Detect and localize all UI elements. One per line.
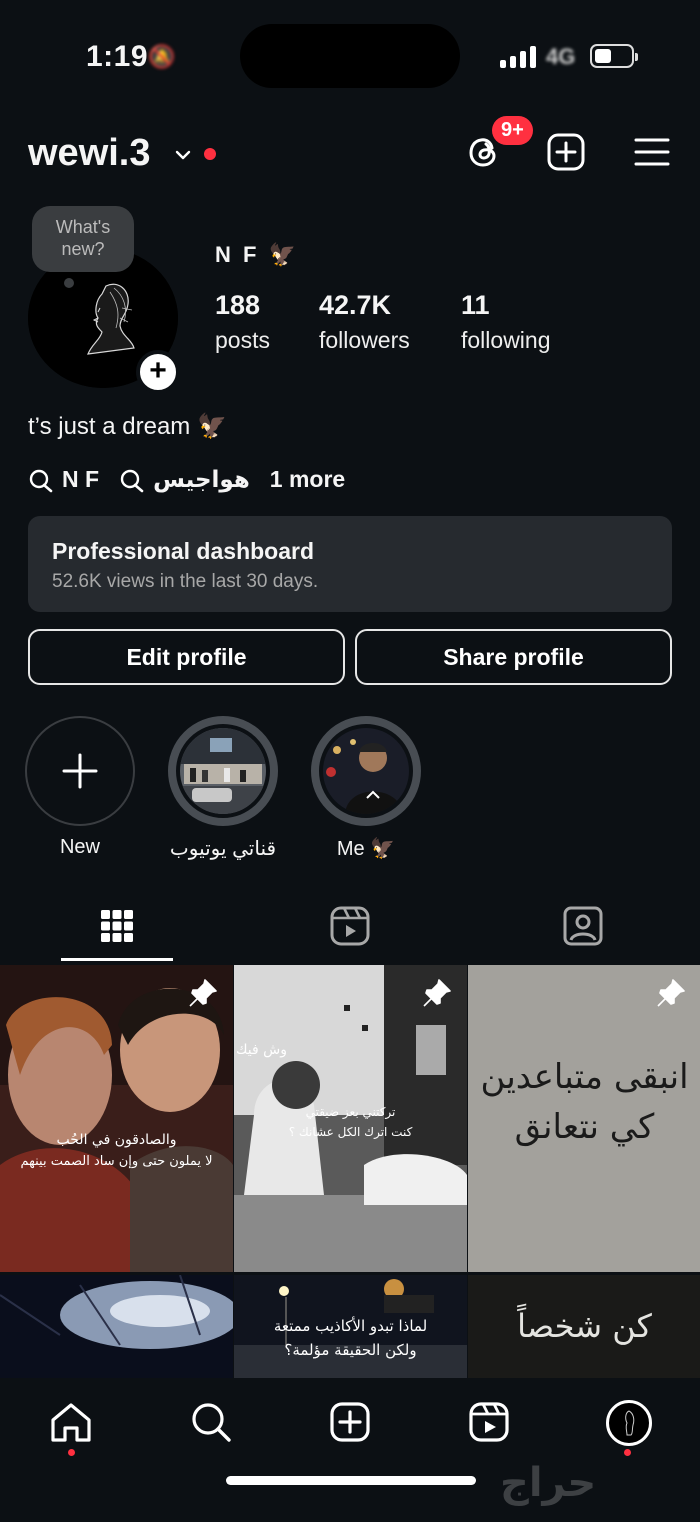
- notes-bubble-tail: [64, 278, 74, 288]
- create-post-icon[interactable]: [546, 132, 586, 172]
- post-thumbnail[interactable]: لماذا تبدو الأكاذيب ممتعة ولكن الحقيقة م…: [234, 1275, 467, 1385]
- highlight-youtube[interactable]: قناتي يوتيوب: [168, 716, 278, 861]
- dashboard-title: Professional dashboard: [52, 538, 315, 564]
- share-profile-button[interactable]: Share profile: [355, 629, 672, 685]
- post-caption: تركتني بعز ضيقتي: [305, 1105, 396, 1119]
- tagged-tab-icon[interactable]: [561, 904, 605, 948]
- posts-label: posts: [215, 327, 270, 353]
- bottom-nav: حراج: [0, 1378, 700, 1522]
- posts-grid: والصادقون في الحُب لا يملون حتى وإن ساد …: [0, 965, 700, 1385]
- posts-stat[interactable]: 188 posts: [215, 290, 270, 354]
- link-label-nf: N F: [62, 466, 100, 492]
- bio: t’s just a dream 🦅: [28, 413, 227, 440]
- followers-stat[interactable]: 42.7K followers: [319, 290, 410, 354]
- post-caption: كن شخصاً: [517, 1307, 652, 1345]
- menu-icon[interactable]: [632, 132, 672, 172]
- post-caption: انبقى متباعدين: [480, 1057, 689, 1097]
- notes-bubble-line2: new?: [61, 239, 105, 259]
- active-tab-indicator: [61, 958, 173, 961]
- highlight-label: قناتي يوتيوب: [169, 838, 277, 860]
- pin-icon: [189, 979, 217, 1007]
- status-bar: 1:19 🔕 4G: [0, 0, 700, 110]
- followers-count: 42.7K: [319, 290, 392, 320]
- post-caption: لا يملون حتى وإن ساد الصمت بينهم: [20, 1154, 213, 1169]
- post-thumbnail[interactable]: [0, 1275, 233, 1385]
- threads-link-nf[interactable]: N F: [28, 466, 99, 493]
- edit-profile-button[interactable]: Edit profile: [28, 629, 345, 685]
- profile-tab-avatar[interactable]: [606, 1400, 652, 1446]
- following-count: 11: [461, 290, 490, 320]
- chevron-down-icon[interactable]: [174, 146, 192, 164]
- highlight-label: Me 🦅: [336, 838, 396, 860]
- post-thumbnail[interactable]: كن شخصاً: [468, 1275, 700, 1385]
- post-caption: كي نتعانق: [514, 1107, 655, 1147]
- highlight-me[interactable]: Me 🦅: [311, 716, 421, 861]
- post-thumbnail[interactable]: انبقى متباعدين كي نتعانق: [468, 965, 700, 1272]
- clock: 1:19: [86, 40, 149, 73]
- post-caption: لماذا تبدو الأكاذيب ممتعة: [273, 1317, 428, 1335]
- highlight-ring: [168, 716, 278, 826]
- search-icon[interactable]: [189, 1400, 233, 1444]
- profile-notification-dot: [624, 1449, 631, 1456]
- post-caption: وش فيك: [236, 1042, 288, 1058]
- signal-icon: [500, 46, 536, 68]
- post-caption: والصادقون في الحُب: [56, 1132, 177, 1148]
- posts-count: 188: [215, 290, 261, 320]
- notification-dot: [204, 148, 216, 160]
- link-label-hawajees: هواجيس: [153, 466, 250, 492]
- post-caption: كنت اترك الكل عشانك ؟: [288, 1125, 413, 1139]
- reels-icon[interactable]: [467, 1400, 511, 1444]
- network-label: 4G: [546, 44, 576, 69]
- grid-tab-icon[interactable]: [95, 904, 139, 948]
- threads-badge: 9+: [492, 116, 533, 145]
- highlight-ring: [311, 716, 421, 826]
- more-links[interactable]: 1 more: [270, 466, 345, 493]
- post-thumbnail[interactable]: والصادقون في الحُب لا يملون حتى وإن ساد …: [0, 965, 233, 1272]
- pin-icon: [657, 979, 685, 1007]
- home-notification-dot: [68, 1449, 75, 1456]
- following-label: following: [461, 327, 551, 353]
- notes-bubble-line1: What's: [55, 217, 111, 237]
- create-icon[interactable]: [328, 1400, 372, 1444]
- dashboard-subtitle: 52.6K views in the last 30 days.: [52, 571, 319, 592]
- battery-icon: [590, 44, 638, 68]
- threads-link-icon: [29, 469, 53, 492]
- followers-label: followers: [319, 327, 410, 353]
- plus-icon: [62, 753, 98, 789]
- profile-header: wewi.3 9+: [28, 116, 672, 182]
- highlight-cover: [180, 728, 266, 814]
- reels-tab-icon[interactable]: [328, 904, 372, 948]
- home-icon[interactable]: [49, 1400, 93, 1444]
- pin-icon: [423, 979, 451, 1007]
- professional-dashboard[interactable]: Professional dashboard 52.6K views in th…: [28, 516, 672, 612]
- threads-link-icon: [120, 469, 144, 492]
- home-indicator[interactable]: [226, 1476, 476, 1485]
- highlight-label: New: [59, 836, 100, 858]
- highlight-new[interactable]: New: [25, 716, 135, 859]
- bell-icon: 🔕: [148, 44, 176, 69]
- highlight-cover: [323, 728, 409, 814]
- watermark: حراج: [500, 1460, 597, 1506]
- new-highlight-ring: [25, 716, 135, 826]
- username[interactable]: wewi.3: [28, 132, 151, 175]
- dynamic-island: [240, 24, 460, 88]
- add-story-button[interactable]: +: [136, 350, 180, 394]
- following-stat[interactable]: 11 following: [461, 290, 551, 354]
- post-caption: ولكن الحقيقة مؤلمة؟: [284, 1341, 417, 1359]
- profile-links: N F هواجيس 1 more: [28, 466, 365, 493]
- post-thumbnail[interactable]: وش فيك تركتني بعز ضيقتي كنت اترك الكل عش…: [234, 965, 467, 1272]
- notes-bubble[interactable]: What's new?: [32, 206, 134, 272]
- display-name: N F 🦅: [215, 242, 299, 267]
- threads-link-hawajees[interactable]: هواجيس: [119, 466, 250, 493]
